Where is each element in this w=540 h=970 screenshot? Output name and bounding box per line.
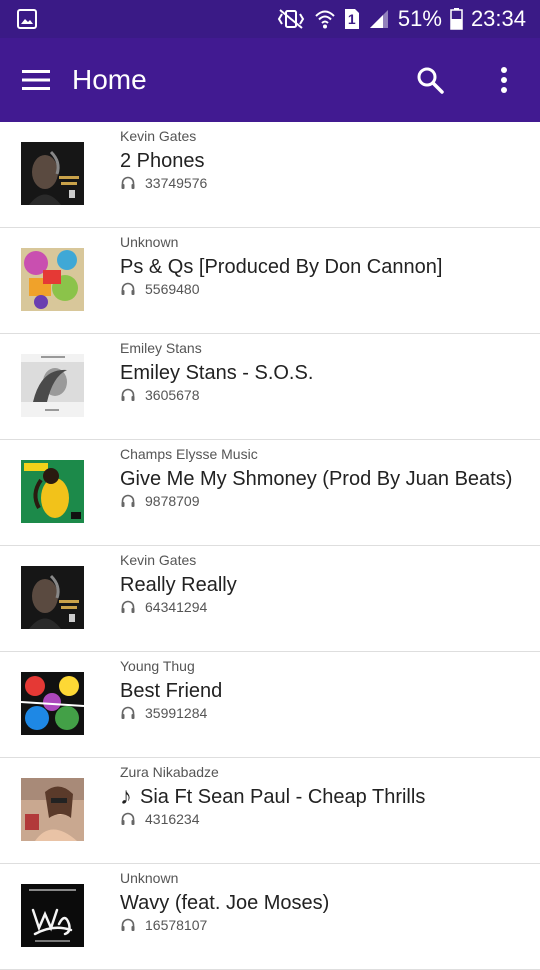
menu-button[interactable] [14, 58, 58, 102]
search-button[interactable] [408, 58, 452, 102]
track-title: Really Really [120, 574, 237, 596]
search-icon [417, 67, 444, 94]
signal-icon [368, 8, 390, 30]
album-art [21, 460, 84, 523]
headphones-icon [121, 494, 135, 507]
play-count: 3605678 [120, 387, 200, 403]
album-art [21, 672, 84, 735]
play-count-value: 16578107 [145, 917, 208, 933]
wifi-icon [314, 8, 336, 30]
track-row[interactable]: Zura Nikabadze ♪ Sia Ft Sean Paul - Chea… [0, 758, 540, 864]
sim-slot-label: 1 [347, 11, 356, 27]
track-title-line: 2 Phones [120, 149, 205, 173]
play-count: 35991284 [120, 705, 207, 721]
track-title-line: Emiley Stans - S.O.S. [120, 361, 313, 385]
play-count-value: 3605678 [145, 387, 200, 403]
track-title: Best Friend [120, 680, 223, 702]
track-title: Sia Ft Sean Paul - Cheap Thrills [140, 786, 426, 808]
track-artist: Unknown [120, 870, 179, 886]
play-count: 33749576 [120, 175, 207, 191]
track-row[interactable]: Kevin Gates Really Really 64341294 [0, 546, 540, 652]
album-art [21, 142, 84, 205]
track-artist: Emiley Stans [120, 340, 202, 356]
play-count: 9878709 [120, 493, 200, 509]
battery-percent: 51% [397, 6, 442, 31]
status-bar: 1 51% 23:34 [0, 0, 540, 38]
album-art [21, 248, 84, 311]
track-title-line: ♪ Sia Ft Sean Paul - Cheap Thrills [120, 785, 425, 809]
headphones-icon [121, 388, 135, 401]
page-title: Home [72, 64, 147, 95]
track-title: Ps & Qs [Produced By Don Cannon] [120, 256, 443, 278]
play-count-value: 33749576 [145, 175, 208, 191]
track-artist: Kevin Gates [120, 128, 197, 144]
track-row[interactable]: Champs Elysse Music Give Me My Shmoney (… [0, 440, 540, 546]
track-title-line: Wavy (feat. Joe Moses) [120, 891, 329, 915]
hamburger-icon [22, 70, 50, 90]
album-art [21, 354, 84, 417]
track-row[interactable]: Young Thug Best Friend 35991284 [0, 652, 540, 758]
track-title: 2 Phones [120, 150, 205, 172]
track-row[interactable]: Kevin Gates 2 Phones 33749576 [0, 122, 540, 228]
play-count-value: 9878709 [145, 493, 200, 509]
track-row[interactable]: Emiley Stans Emiley Stans - S.O.S. 36056… [0, 334, 540, 440]
track-title: Give Me My Shmoney (Prod By Juan Beats) [120, 468, 513, 490]
battery-icon [450, 8, 463, 30]
play-count: 64341294 [120, 599, 207, 615]
track-row[interactable]: Unknown Wavy (feat. Joe Moses) 16578107 [0, 864, 540, 970]
track-row[interactable]: Unknown Ps & Qs [Produced By Don Cannon]… [0, 228, 540, 334]
now-playing-icon: ♪ [120, 783, 132, 810]
album-art [21, 566, 84, 629]
play-count-value: 4316234 [145, 811, 200, 827]
headphones-icon [121, 176, 135, 189]
play-count-value: 5569480 [145, 281, 200, 297]
play-count: 5569480 [120, 281, 200, 297]
gallery-icon [17, 9, 37, 29]
album-art [21, 778, 84, 841]
play-count: 4316234 [120, 811, 200, 827]
track-title: Emiley Stans - S.O.S. [120, 362, 314, 384]
status-time: 23:34 [470, 6, 526, 31]
more-options-button[interactable] [482, 58, 526, 102]
track-artist: Kevin Gates [120, 552, 197, 568]
track-title-line: Really Really [120, 573, 237, 597]
track-title: Wavy (feat. Joe Moses) [120, 892, 330, 914]
track-title-line: Best Friend [120, 679, 222, 703]
track-artist: Young Thug [120, 658, 195, 674]
sim-icon: 1 [344, 8, 360, 30]
headphones-icon [121, 600, 135, 613]
headphones-icon [121, 812, 135, 825]
track-artist: Zura Nikabadze [120, 764, 219, 780]
track-artist: Champs Elysse Music [120, 446, 258, 462]
track-title-line: Give Me My Shmoney (Prod By Juan Beats) [120, 467, 512, 491]
track-title-line: Ps & Qs [Produced By Don Cannon] [120, 255, 442, 279]
track-list: Kevin Gates 2 Phones 33749576 Unknown Ps… [0, 122, 540, 970]
headphones-icon [121, 706, 135, 719]
track-artist: Unknown [120, 234, 179, 250]
play-count-value: 64341294 [145, 599, 208, 615]
mute-vibrate-icon [276, 8, 306, 30]
play-count-value: 35991284 [145, 705, 208, 721]
album-art [21, 884, 84, 947]
play-count: 16578107 [120, 917, 207, 933]
headphones-icon [121, 282, 135, 295]
app-bar: Home [0, 38, 540, 122]
more-vert-icon [501, 67, 507, 93]
headphones-icon [121, 918, 135, 931]
